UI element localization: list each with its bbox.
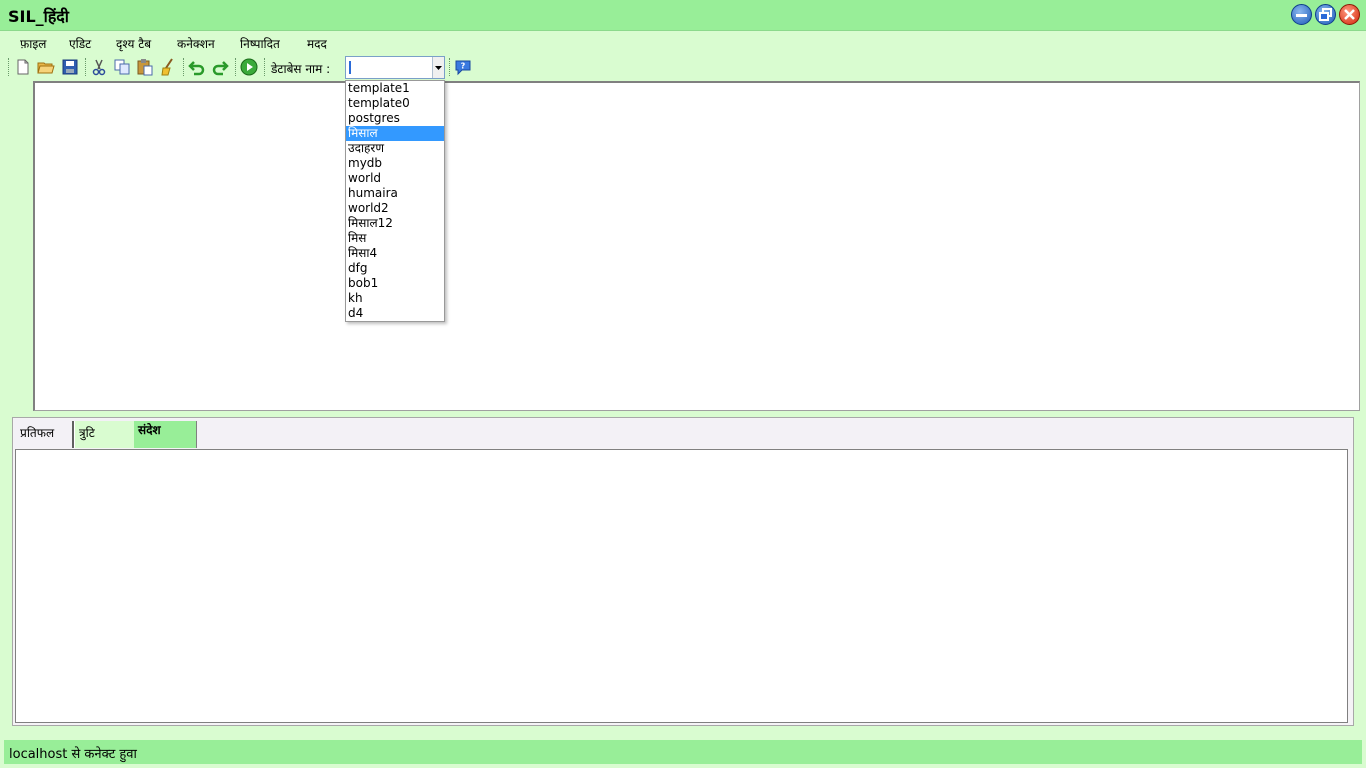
redo-icon[interactable] (211, 58, 229, 76)
cut-icon[interactable] (90, 58, 108, 76)
menu-view-tab[interactable]: दृश्य टैब (116, 35, 151, 52)
status-bar: localhost से कनेक्ट हुवा (4, 740, 1362, 764)
window-title: SIL_हिंदी (8, 7, 69, 26)
toolbar-separator (264, 58, 265, 76)
results-tab-bar (14, 419, 1352, 448)
message-output-area[interactable] (15, 449, 1348, 723)
database-option[interactable]: मिसा4 (346, 246, 444, 261)
database-option[interactable]: मिसाल12 (346, 216, 444, 231)
toolbar-grip (8, 58, 9, 76)
database-option[interactable]: world2 (346, 201, 444, 216)
dropdown-arrow-button[interactable] (432, 57, 444, 78)
chevron-down-icon (435, 65, 442, 70)
save-icon[interactable] (61, 58, 79, 76)
database-option[interactable]: bob1 (346, 276, 444, 291)
tab-message[interactable]: संदेश (134, 421, 197, 448)
database-name-label: डेटाबेस नाम : (271, 62, 331, 76)
help-icon[interactable]: ? (454, 58, 472, 76)
menu-bar: फ़ाइल एडिट दृश्य टैब कनेक्शन निष्पादित म… (0, 31, 1366, 53)
close-icon (1344, 9, 1355, 20)
database-option[interactable]: world (346, 171, 444, 186)
database-option[interactable]: d4 (346, 306, 444, 321)
database-option[interactable]: postgres (346, 111, 444, 126)
minimize-icon (1296, 14, 1307, 17)
database-option[interactable]: template0 (346, 96, 444, 111)
tab-result[interactable]: प्रतिफल (16, 421, 74, 448)
minimize-button[interactable] (1291, 4, 1312, 25)
database-dropdown-list: template1 template0 postgres मिसाल उदाहरण myd… (345, 80, 445, 322)
svg-text:?: ? (461, 62, 466, 71)
database-option[interactable]: उदाहरण (346, 141, 444, 156)
undo-icon[interactable] (188, 58, 206, 76)
clear-brush-icon[interactable] (160, 58, 178, 76)
text-cursor (349, 61, 351, 74)
toolbar-separator (85, 58, 86, 76)
toolbar-separator (235, 58, 236, 76)
new-file-icon[interactable] (14, 58, 32, 76)
database-option[interactable]: dfg (346, 261, 444, 276)
title-bar: SIL_हिंदी (0, 0, 1366, 31)
restore-button[interactable] (1315, 4, 1336, 25)
copy-icon[interactable] (113, 58, 131, 76)
execute-icon[interactable] (240, 58, 258, 76)
close-button[interactable] (1339, 4, 1360, 25)
database-option[interactable]: mydb (346, 156, 444, 171)
database-option[interactable]: template1 (346, 81, 444, 96)
query-editor[interactable] (33, 81, 1360, 411)
database-option[interactable]: humaira (346, 186, 444, 201)
database-name-combobox[interactable] (345, 56, 445, 79)
database-option[interactable]: मिसाल (346, 126, 444, 141)
restore-icon (1319, 8, 1332, 21)
menu-edit[interactable]: एडिट (69, 35, 91, 52)
database-option[interactable]: मिस (346, 231, 444, 246)
database-name-input[interactable] (347, 58, 433, 77)
menu-help[interactable]: मदद (307, 35, 327, 52)
open-folder-icon[interactable] (37, 58, 55, 76)
paste-icon[interactable] (136, 58, 154, 76)
menu-file[interactable]: फ़ाइल (20, 35, 46, 52)
database-option[interactable]: kh (346, 291, 444, 306)
menu-execute[interactable]: निष्पादित (240, 35, 280, 52)
toolbar-separator (449, 58, 450, 76)
toolbar-separator (183, 58, 184, 76)
status-text: localhost से कनेक्ट हुवा (9, 747, 137, 762)
tab-error[interactable]: त्रुटि (74, 421, 134, 448)
menu-connection[interactable]: कनेक्शन (177, 35, 215, 52)
